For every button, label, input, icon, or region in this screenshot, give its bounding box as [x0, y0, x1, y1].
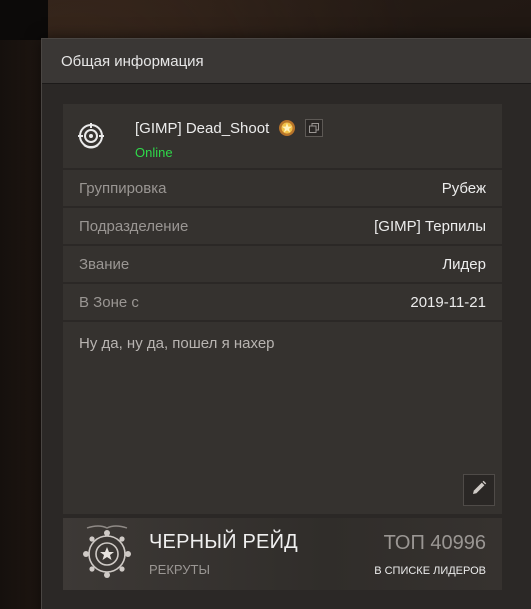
crosshair-emblem-icon — [77, 122, 105, 150]
raid-rank-label: В СПИСКЕ ЛИДЕРОВ — [374, 565, 486, 577]
player-name[interactable]: [GIMP] Dead_Shoot — [135, 120, 269, 137]
info-row-zone-since: В Зоне с 2019-11-21 — [63, 284, 502, 320]
panel-title: Общая информация — [61, 52, 204, 70]
raid-rank-value: ТОП 40996 — [383, 532, 486, 554]
info-value: Лидер — [442, 255, 486, 273]
info-label: Подразделение — [79, 217, 189, 235]
info-label: Группировка — [79, 179, 167, 197]
player-name-row: [GIMP] Dead_Shoot — [135, 118, 324, 138]
info-label: В Зоне с — [79, 293, 139, 311]
panel-header: Общая информация — [42, 39, 531, 84]
about-section: Ну да, ну да, пошел я нахер — [63, 322, 502, 514]
info-label: Звание — [79, 255, 130, 273]
copy-icon[interactable] — [305, 119, 324, 137]
info-value: Рубеж — [441, 179, 486, 197]
about-text: Ну да, ну да, пошел я нахер — [79, 335, 275, 352]
player-status: Online — [135, 145, 173, 160]
edit-about-button[interactable] — [463, 474, 495, 506]
gold-medal-icon[interactable] — [277, 118, 297, 138]
raid-rank: ТОП 40996 В СПИСКЕ ЛИДЕРОВ — [374, 532, 486, 577]
player-info: [GIMP] Dead_Shoot Online — [135, 118, 324, 160]
info-row-division: Подразделение [GIMP] Терпилы — [63, 208, 502, 244]
info-value: 2019-11-21 — [410, 293, 486, 311]
player-card: [GIMP] Dead_Shoot Online — [63, 104, 502, 168]
raid-card[interactable]: ЧЕРНЫЙ РЕЙД РЕКРУТЫ ТОП 40996 В СПИСКЕ Л… — [63, 518, 502, 590]
panel-body: [GIMP] Dead_Shoot Online Группировка Руб… — [63, 104, 502, 590]
raid-tier: РЕКРУТЫ — [149, 562, 211, 577]
raid-name: ЧЕРНЫЙ РЕЙД — [149, 531, 298, 553]
background-left-strip — [0, 0, 42, 609]
pencil-icon — [471, 480, 487, 500]
info-row-faction: Группировка Рубеж — [63, 170, 502, 206]
info-row-rank: Звание Лидер — [63, 246, 502, 282]
info-value[interactable]: [GIMP] Терпилы — [374, 218, 486, 235]
raid-emblem-icon — [77, 524, 137, 584]
background-corner — [0, 0, 48, 40]
raid-text: ЧЕРНЫЙ РЕЙД РЕКРУТЫ — [149, 531, 298, 577]
